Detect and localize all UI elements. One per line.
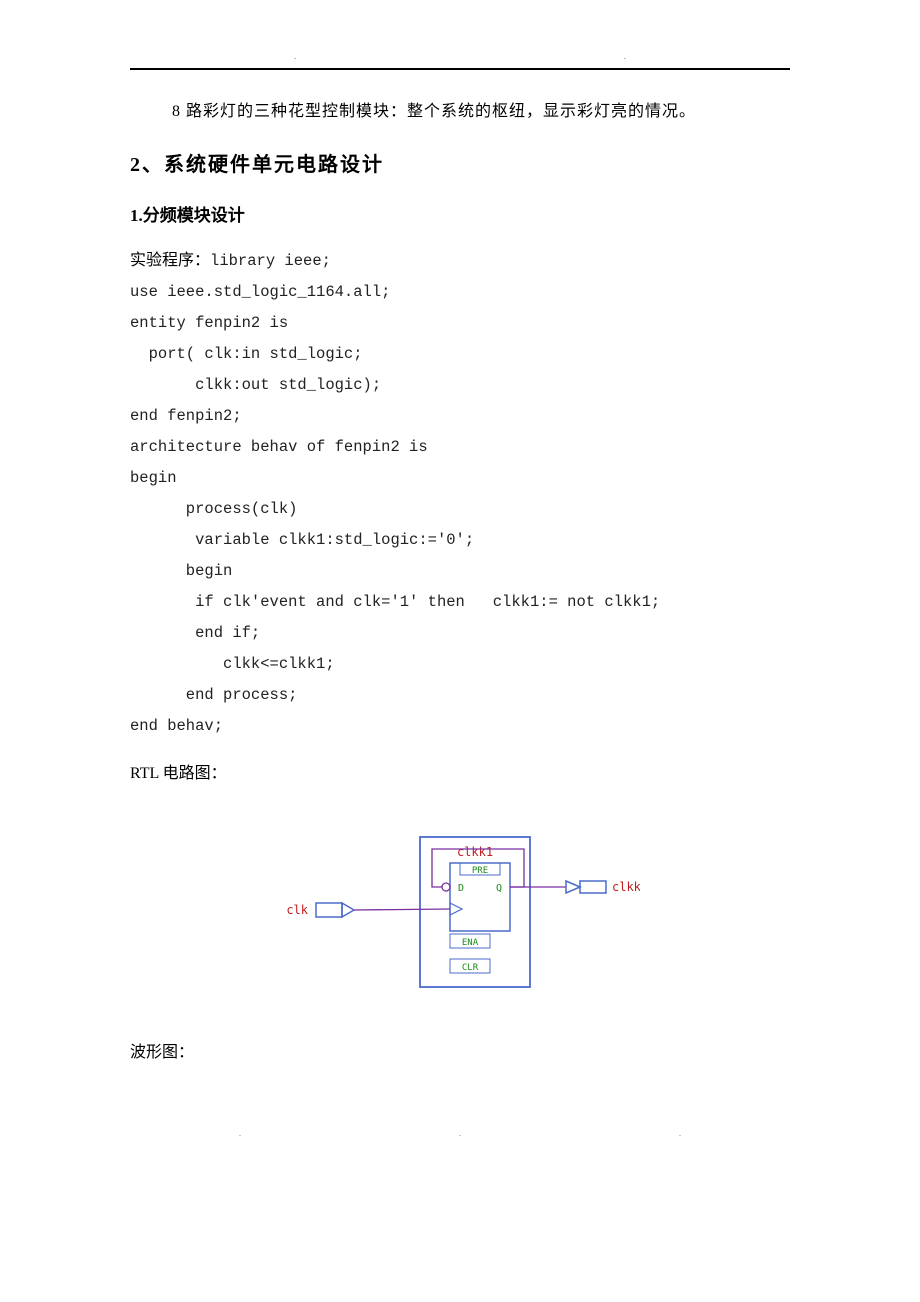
code-line-8: process(clk): [130, 500, 297, 518]
d-label: D: [458, 883, 464, 894]
clkk-output-rect: [580, 881, 606, 893]
waveform-label: 波形图：: [130, 1039, 790, 1068]
code-line-1: use ieee.std_logic_1164.all;: [130, 283, 390, 301]
q-label: Q: [496, 883, 502, 894]
clkk-output-triangle-icon: [566, 881, 580, 893]
sub-heading: 1.分频模块设计: [130, 201, 790, 232]
clk-input-label: clk: [286, 903, 308, 917]
code-label-line: 实验程序：library ieee;: [130, 246, 790, 277]
intro-text: 8 路彩灯的三种花型控制模块：整个系统的枢纽，显示彩灯亮的情况。: [172, 98, 790, 127]
rtl-diagram: clkk1 PRE D Q ENA CLR clk clkk: [130, 829, 790, 999]
code-line-9: variable clkk1:std_logic:='0';: [130, 531, 474, 549]
code-line-11: if clk'event and clk='1' then clkk1:= no…: [130, 593, 660, 611]
code-line-12: end if;: [130, 624, 260, 642]
clk-input-rect: [316, 903, 342, 917]
clock-triangle-icon: [450, 903, 462, 915]
code-line-4: clkk:out std_logic);: [130, 376, 381, 394]
inverter-circle-icon: [442, 883, 450, 891]
pre-label: PRE: [472, 866, 488, 876]
code-line-2: entity fenpin2 is: [130, 314, 288, 332]
code-line-6: architecture behav of fenpin2 is: [130, 438, 428, 456]
clkk-output-label: clkk: [612, 880, 640, 894]
clk-input-triangle-icon: [342, 903, 354, 917]
code-line-13: clkk<=clkk1;: [130, 655, 335, 673]
rtl-label: RTL 电路图：: [130, 760, 790, 789]
code-line-3: port( clk:in std_logic;: [130, 345, 363, 363]
block-label: clkk1: [457, 845, 493, 859]
code-line-15: end behav;: [130, 717, 223, 735]
header-marks: ..: [130, 50, 790, 64]
code-line-0: library ieee;: [210, 252, 331, 270]
code-label-prefix: 实验程序：: [130, 252, 210, 269]
section-heading: 2、系统硬件单元电路设计: [130, 147, 790, 183]
rtl-svg: clkk1 PRE D Q ENA CLR clk clkk: [280, 829, 640, 999]
footer-marks: ...: [130, 1127, 790, 1141]
header-rule: [130, 68, 790, 70]
clk-wire: [354, 909, 450, 910]
ena-label: ENA: [462, 938, 479, 948]
code-line-14: end process;: [130, 686, 297, 704]
code-line-10: begin: [130, 562, 232, 580]
code-line-7: begin: [130, 469, 177, 487]
code-block: use ieee.std_logic_1164.all; entity fenp…: [130, 277, 790, 742]
clr-label: CLR: [462, 963, 479, 973]
code-line-5: end fenpin2;: [130, 407, 242, 425]
